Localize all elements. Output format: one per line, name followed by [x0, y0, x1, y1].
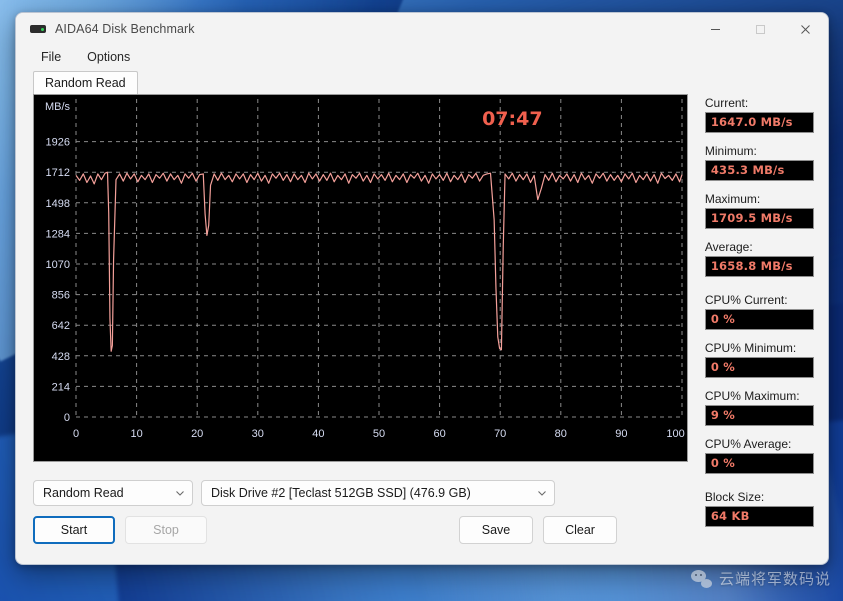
- svg-text:70: 70: [494, 428, 506, 440]
- svg-text:60: 60: [433, 428, 445, 440]
- menu-bar: File Options: [16, 45, 828, 69]
- svg-text:07:47: 07:47: [482, 108, 542, 130]
- svg-text:30: 30: [252, 428, 264, 440]
- stat-value-cpu-current: 0 %: [704, 309, 814, 330]
- window-title: AIDA64 Disk Benchmark: [55, 22, 195, 36]
- clear-button[interactable]: Clear: [543, 516, 617, 544]
- svg-text:214: 214: [52, 381, 70, 393]
- tab-random-read[interactable]: Random Read: [33, 71, 138, 94]
- disk-drive-select[interactable]: Disk Drive #2 [Teclast 512GB SSD] (476.9…: [201, 480, 555, 506]
- svg-text:642: 642: [52, 320, 70, 332]
- stat-label-cpu-maximum: CPU% Maximum:: [704, 389, 800, 403]
- stat-value-maximum: 1709.5 MB/s: [704, 208, 814, 229]
- stat-label-cpu-minimum: CPU% Minimum:: [704, 341, 797, 355]
- benchmark-mode-value: Random Read: [43, 486, 124, 500]
- title-bar: AIDA64 Disk Benchmark: [16, 13, 828, 45]
- svg-text:428: 428: [52, 351, 70, 363]
- statistics-panel: Current: 1647.0 MB/s Minimum: 435.3 MB/s…: [704, 94, 814, 527]
- aida64-disk-benchmark-window: AIDA64 Disk Benchmark File Options Rando…: [15, 12, 829, 565]
- benchmark-mode-select[interactable]: Random Read: [33, 480, 193, 506]
- svg-text:1926: 1926: [46, 137, 70, 149]
- stat-label-maximum: Maximum:: [704, 192, 761, 206]
- maximize-icon[interactable]: [738, 13, 783, 45]
- stat-label-cpu-current: CPU% Current:: [704, 293, 788, 307]
- stat-value-average: 1658.8 MB/s: [704, 256, 814, 277]
- stat-value-cpu-maximum: 9 %: [704, 405, 814, 426]
- tab-strip: Random Read: [16, 69, 828, 94]
- stat-value-minimum: 435.3 MB/s: [704, 160, 814, 181]
- svg-text:1712: 1712: [46, 167, 70, 179]
- svg-text:1070: 1070: [46, 259, 70, 271]
- save-button[interactable]: Save: [459, 516, 533, 544]
- chevron-down-icon: [538, 491, 546, 496]
- svg-text:10: 10: [130, 428, 142, 440]
- stat-label-minimum: Minimum:: [704, 144, 757, 158]
- stat-label-current: Current:: [704, 96, 749, 110]
- svg-text:856: 856: [52, 290, 70, 302]
- menu-file[interactable]: File: [38, 49, 64, 65]
- stat-label-cpu-average: CPU% Average:: [704, 437, 792, 451]
- svg-text:20: 20: [191, 428, 203, 440]
- window-controls: [693, 13, 828, 45]
- stat-value-cpu-average: 0 %: [704, 453, 814, 474]
- svg-text:90: 90: [615, 428, 627, 440]
- main-content: MB/s 0 214 428 642 856 1070 1284 1498 1712 1926 0 10…: [16, 94, 828, 527]
- close-icon[interactable]: [783, 13, 828, 45]
- minimize-icon[interactable]: [693, 13, 738, 45]
- stat-value-current: 1647.0 MB/s: [704, 112, 814, 133]
- stat-label-block-size: Block Size:: [704, 490, 765, 504]
- svg-text:0: 0: [64, 412, 70, 424]
- selector-row: Random Read Disk Drive #2 [Teclast 512GB…: [33, 480, 811, 506]
- svg-text:1498: 1498: [46, 198, 70, 210]
- chart-canvas: MB/s0214428642856107012841498171219260 10…: [45, 99, 687, 440]
- svg-text:40: 40: [312, 428, 324, 440]
- stat-value-cpu-minimum: 0 %: [704, 357, 814, 378]
- button-row: Start Stop Save Clear: [33, 516, 811, 544]
- start-button[interactable]: Start: [33, 516, 115, 544]
- control-bar: Random Read Disk Drive #2 [Teclast 512GB…: [16, 466, 828, 544]
- benchmark-chart: MB/s 0 214 428 642 856 1070 1284 1498 1712 1926 0 10…: [33, 94, 688, 462]
- stop-button: Stop: [125, 516, 207, 544]
- disk-drive-icon: [30, 21, 46, 37]
- stat-value-block-size: 64 KB: [704, 506, 814, 527]
- disk-drive-value: Disk Drive #2 [Teclast 512GB SSD] (476.9…: [211, 486, 471, 500]
- svg-text:MB/s: MB/s: [45, 101, 71, 113]
- svg-text:50: 50: [373, 428, 385, 440]
- svg-text:80: 80: [555, 428, 567, 440]
- menu-options[interactable]: Options: [84, 49, 133, 65]
- svg-text:0: 0: [73, 428, 79, 440]
- stat-label-average: Average:: [704, 240, 753, 254]
- chevron-down-icon: [176, 491, 184, 496]
- svg-text:1284: 1284: [46, 228, 70, 240]
- svg-text:100 %: 100 %: [666, 428, 687, 440]
